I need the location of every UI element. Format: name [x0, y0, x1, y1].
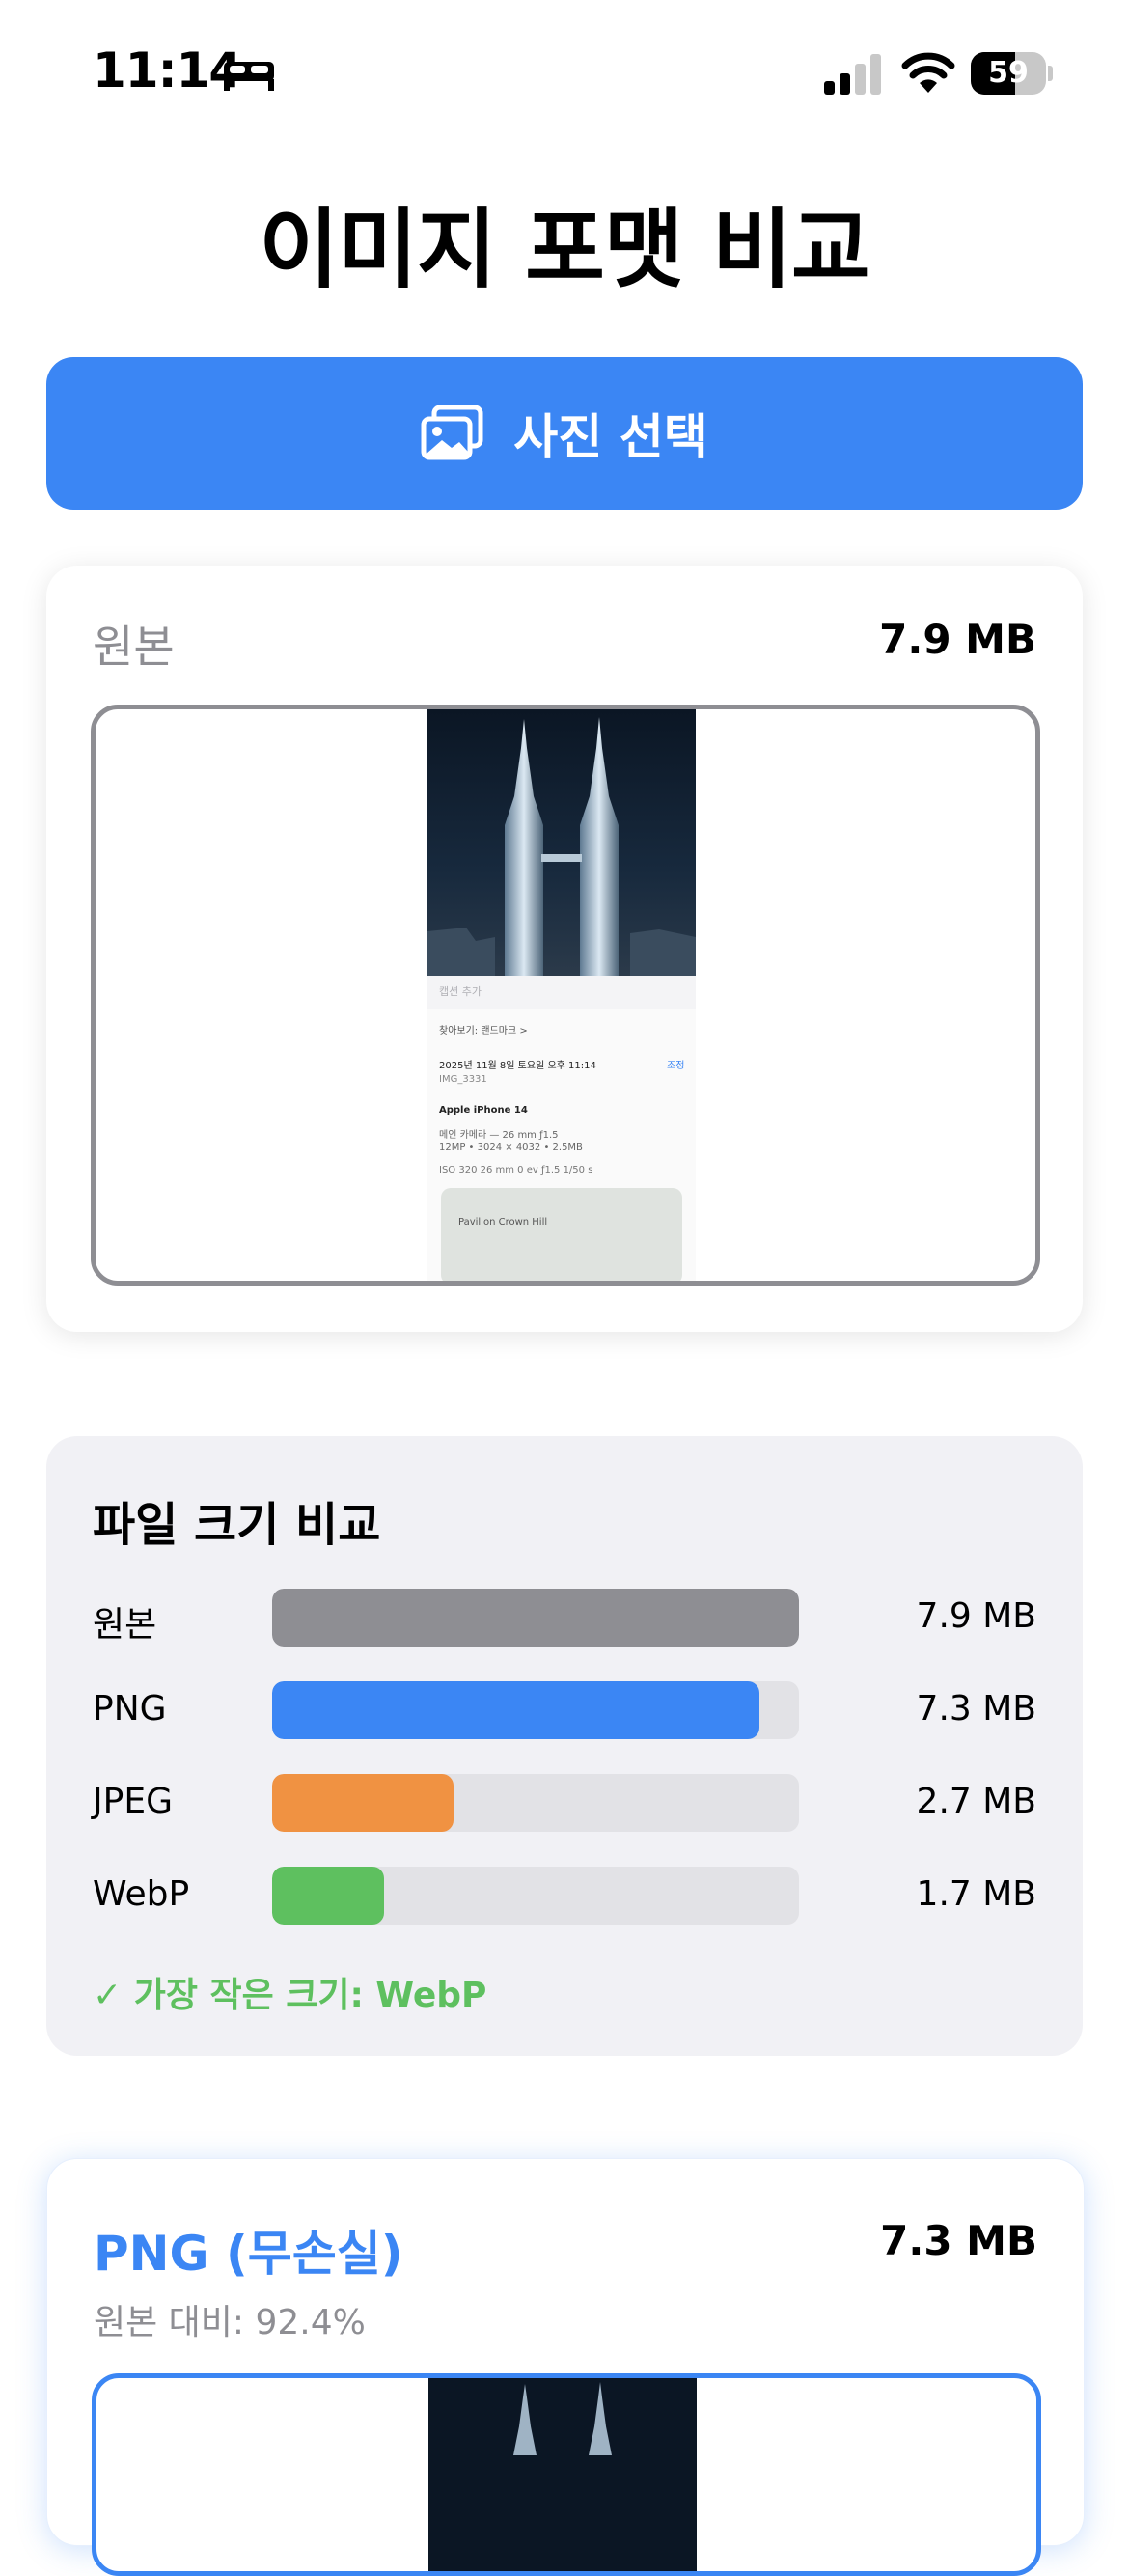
thumbnail-camera: 메인 카메라 — 26 mm ƒ1.5 [439, 1130, 559, 1141]
thumbnail-device: Apple iPhone 14 [439, 1105, 528, 1116]
thumbnail-filename: IMG_3331 [439, 1074, 487, 1085]
photos-icon [421, 405, 483, 460]
thumbnail-date: 2025년 11월 8일 토요일 오후 11:14 [439, 1061, 596, 1071]
bar-track [272, 1867, 799, 1925]
thumbnail-exif: ISO 320 26 mm 0 ev ƒ1.5 1/50 s [439, 1165, 593, 1176]
bar-track [272, 1774, 799, 1832]
size-row-png: PNG 7.3 MB [46, 1681, 1083, 1739]
size-comparison-title: 파일 크기 비교 [93, 1498, 381, 1552]
png-ratio: 원본 대비: 92.4% [94, 2303, 366, 2342]
wifi-icon [901, 52, 955, 93]
bar-fill-jpeg [272, 1774, 454, 1832]
thumbnail-specs: 12MP • 3024 × 4032 • 2.5MB [439, 1142, 583, 1152]
bar-fill-png [272, 1681, 759, 1739]
cellular-signal-icon [824, 54, 881, 95]
bar-label: PNG [93, 1689, 167, 1729]
bar-fill-original [272, 1589, 799, 1647]
battery-percent: 59 [988, 56, 1029, 90]
size-row-webp: WebP 1.7 MB [46, 1867, 1083, 1925]
bar-track [272, 1681, 799, 1739]
original-thumbnail: 캡션 추가 찾아보기: 랜드마크 > 2025년 11월 8일 토요일 오후 1… [427, 709, 696, 1281]
select-photo-label: 사진 선택 [513, 409, 708, 465]
towers-photo [428, 2378, 697, 2455]
size-row-jpeg: JPEG 2.7 MB [46, 1774, 1083, 1832]
png-thumbnail [428, 2378, 697, 2571]
bar-value: 2.7 MB [916, 1782, 1036, 1821]
page-title: 이미지 포맷 비교 [259, 199, 870, 300]
thumbnail-map-place: Pavilion Crown Hill [458, 1217, 548, 1228]
bar-value: 1.7 MB [916, 1874, 1036, 1914]
status-time: 11:14 [93, 42, 242, 98]
file-size-comparison: 파일 크기 비교 원본 7.9 MB PNG 7.3 MB JPEG 2.7 M… [46, 1436, 1083, 2056]
png-size: 7.3 MB [880, 2217, 1037, 2264]
bar-track [272, 1589, 799, 1647]
thumbnail-lookup: 찾아보기: 랜드마크 > [439, 1026, 528, 1037]
png-title: PNG (무손실) [94, 2226, 403, 2282]
size-row-original: 원본 7.9 MB [46, 1589, 1083, 1647]
smallest-size-note: ✓ 가장 작은 크기: WebP [93, 1976, 487, 2015]
thumbnail-map: Pavilion Crown Hill [441, 1188, 682, 1281]
bar-value: 7.3 MB [916, 1689, 1036, 1729]
original-label: 원본 [93, 621, 175, 673]
battery-indicator: 59 [971, 52, 1053, 95]
original-size: 7.9 MB [879, 616, 1036, 663]
bar-label: 원본 [93, 1605, 157, 1645]
thumbnail-caption: 캡션 추가 [439, 985, 482, 998]
towers-photo [427, 709, 696, 976]
bar-fill-webp [272, 1867, 384, 1925]
thumbnail-adjust: 조정 [667, 1061, 685, 1071]
bar-label: JPEG [93, 1782, 173, 1821]
bar-label: WebP [93, 1874, 190, 1914]
png-card: PNG (무손실) 7.3 MB 원본 대비: 92.4% [46, 2158, 1085, 2576]
bar-value: 7.9 MB [916, 1596, 1036, 1636]
png-image-preview[interactable] [92, 2373, 1041, 2576]
original-card: 원본 7.9 MB 캡션 추가 찾아보기: 랜드마크 > 2025년 11월 8… [46, 566, 1083, 1332]
original-image-preview[interactable]: 캡션 추가 찾아보기: 랜드마크 > 2025년 11월 8일 토요일 오후 1… [91, 705, 1040, 1286]
bed-icon [224, 62, 274, 91]
select-photo-button[interactable]: 사진 선택 [46, 357, 1083, 510]
status-bar: 11:14 59 [0, 0, 1129, 145]
